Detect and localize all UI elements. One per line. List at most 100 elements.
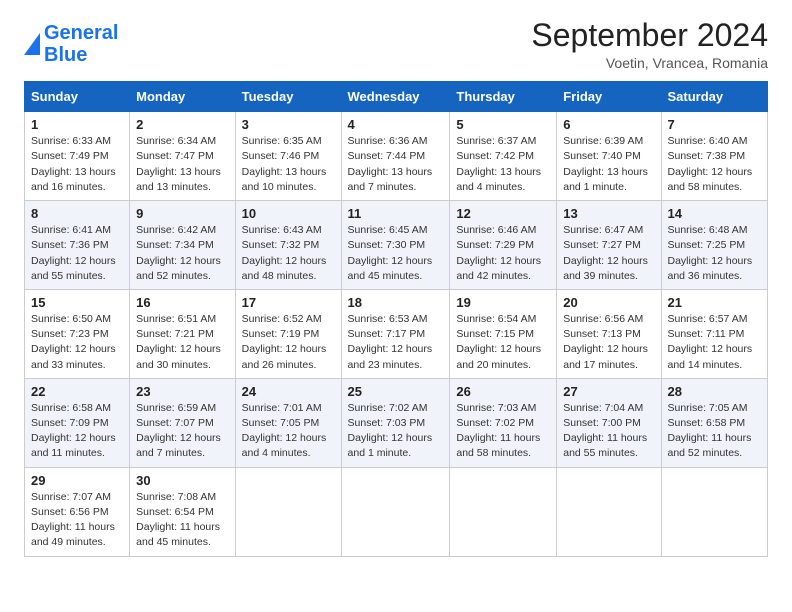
day-number: 8 — [31, 206, 123, 221]
calendar-cell — [235, 467, 341, 556]
day-number: 27 — [563, 384, 654, 399]
col-header-tuesday: Tuesday — [235, 82, 341, 112]
calendar-cell: 16 Sunrise: 6:51 AMSunset: 7:21 PMDayligh… — [130, 289, 235, 378]
day-number: 15 — [31, 295, 123, 310]
calendar-cell: 14 Sunrise: 6:48 AMSunset: 7:25 PMDayligh… — [661, 201, 768, 290]
day-number: 12 — [456, 206, 550, 221]
day-number: 26 — [456, 384, 550, 399]
day-number: 25 — [348, 384, 444, 399]
day-info: Sunrise: 6:47 AMSunset: 7:27 PMDaylight:… — [563, 223, 654, 284]
day-info: Sunrise: 6:45 AMSunset: 7:30 PMDaylight:… — [348, 223, 444, 284]
day-info: Sunrise: 6:52 AMSunset: 7:19 PMDaylight:… — [242, 312, 335, 373]
day-number: 5 — [456, 117, 550, 132]
col-header-monday: Monday — [130, 82, 235, 112]
day-number: 28 — [668, 384, 762, 399]
calendar-cell — [557, 467, 661, 556]
day-info: Sunrise: 6:53 AMSunset: 7:17 PMDaylight:… — [348, 312, 444, 373]
calendar-cell — [661, 467, 768, 556]
day-number: 17 — [242, 295, 335, 310]
day-info: Sunrise: 6:59 AMSunset: 7:07 PMDaylight:… — [136, 401, 228, 462]
day-number: 30 — [136, 473, 228, 488]
day-info: Sunrise: 6:34 AMSunset: 7:47 PMDaylight:… — [136, 134, 228, 195]
calendar-cell: 25Sunrise: 7:02 AMSunset: 7:03 PMDayligh… — [341, 378, 450, 467]
col-header-friday: Friday — [557, 82, 661, 112]
col-header-wednesday: Wednesday — [341, 82, 450, 112]
day-number: 4 — [348, 117, 444, 132]
day-info: Sunrise: 7:01 AMSunset: 7:05 PMDaylight:… — [242, 401, 335, 462]
calendar-cell: 21 Sunrise: 6:57 AMSunset: 7:11 PMDayligh… — [661, 289, 768, 378]
calendar-cell — [341, 467, 450, 556]
calendar-cell: 1Sunrise: 6:33 AMSunset: 7:49 PMDaylight… — [25, 112, 130, 201]
calendar-table: SundayMondayTuesdayWednesdayThursdayFrid… — [24, 81, 768, 556]
day-info: Sunrise: 6:51 AMSunset: 7:21 PMDaylight:… — [136, 312, 228, 373]
calendar-cell: 4 Sunrise: 6:36 AMSunset: 7:44 PMDaylight… — [341, 112, 450, 201]
calendar-cell: 12 Sunrise: 6:46 AMSunset: 7:29 PMDayligh… — [450, 201, 557, 290]
calendar-cell: 19 Sunrise: 6:54 AMSunset: 7:15 PMDayligh… — [450, 289, 557, 378]
day-number: 2 — [136, 117, 228, 132]
calendar-cell: 11 Sunrise: 6:45 AMSunset: 7:30 PMDayligh… — [341, 201, 450, 290]
day-info: Sunrise: 6:43 AMSunset: 7:32 PMDaylight:… — [242, 223, 335, 284]
day-number: 7 — [668, 117, 762, 132]
day-number: 16 — [136, 295, 228, 310]
calendar-cell: 23 Sunrise: 6:59 AMSunset: 7:07 PMDayligh… — [130, 378, 235, 467]
calendar-cell: 28 Sunrise: 7:05 AMSunset: 6:58 PMDayligh… — [661, 378, 768, 467]
day-info: Sunrise: 6:46 AMSunset: 7:29 PMDaylight:… — [456, 223, 550, 284]
day-info: Sunrise: 6:48 AMSunset: 7:25 PMDaylight:… — [668, 223, 762, 284]
day-info: Sunrise: 6:54 AMSunset: 7:15 PMDaylight:… — [456, 312, 550, 373]
calendar-cell: 18 Sunrise: 6:53 AMSunset: 7:17 PMDayligh… — [341, 289, 450, 378]
calendar-cell: 26 Sunrise: 7:03 AMSunset: 7:02 PMDayligh… — [450, 378, 557, 467]
day-info: Sunrise: 7:07 AMSunset: 6:56 PMDaylight:… — [31, 490, 123, 551]
day-info: Sunrise: 6:37 AMSunset: 7:42 PMDaylight:… — [456, 134, 550, 195]
logo-icon — [24, 33, 40, 55]
calendar-cell: 9 Sunrise: 6:42 AMSunset: 7:34 PMDaylight… — [130, 201, 235, 290]
header: General Blue September 2024 Voetin, Vran… — [24, 18, 768, 71]
day-info: Sunrise: 6:57 AMSunset: 7:11 PMDaylight:… — [668, 312, 762, 373]
day-number: 23 — [136, 384, 228, 399]
logo: General Blue — [24, 22, 118, 66]
day-info: Sunrise: 6:35 AMSunset: 7:46 PMDaylight:… — [242, 134, 335, 195]
day-info: Sunrise: 6:36 AMSunset: 7:44 PMDaylight:… — [348, 134, 444, 195]
calendar-cell: 17 Sunrise: 6:52 AMSunset: 7:19 PMDayligh… — [235, 289, 341, 378]
col-header-thursday: Thursday — [450, 82, 557, 112]
logo-text-general: General — [44, 22, 118, 44]
day-number: 1 — [31, 117, 123, 132]
month-title: September 2024 — [531, 18, 768, 53]
calendar-cell: 24 Sunrise: 7:01 AMSunset: 7:05 PMDayligh… — [235, 378, 341, 467]
day-number: 24 — [242, 384, 335, 399]
calendar-cell: 22 Sunrise: 6:58 AMSunset: 7:09 PMDayligh… — [25, 378, 130, 467]
calendar-cell: 13Sunrise: 6:47 AMSunset: 7:27 PMDayligh… — [557, 201, 661, 290]
day-info: Sunrise: 7:03 AMSunset: 7:02 PMDaylight:… — [456, 401, 550, 462]
day-info: Sunrise: 6:50 AMSunset: 7:23 PMDaylight:… — [31, 312, 123, 373]
day-number: 14 — [668, 206, 762, 221]
day-info: Sunrise: 6:58 AMSunset: 7:09 PMDaylight:… — [31, 401, 123, 462]
calendar-cell: 7 Sunrise: 6:40 AMSunset: 7:38 PMDaylight… — [661, 112, 768, 201]
page: General Blue September 2024 Voetin, Vran… — [0, 0, 792, 612]
col-header-sunday: Sunday — [25, 82, 130, 112]
calendar-cell: 8 Sunrise: 6:41 AMSunset: 7:36 PMDaylight… — [25, 201, 130, 290]
day-number: 21 — [668, 295, 762, 310]
calendar-cell: 29 Sunrise: 7:07 AMSunset: 6:56 PMDayligh… — [25, 467, 130, 556]
calendar-cell: 6Sunrise: 6:39 AMSunset: 7:40 PMDaylight… — [557, 112, 661, 201]
calendar-cell: 3Sunrise: 6:35 AMSunset: 7:46 PMDaylight… — [235, 112, 341, 201]
calendar-cell: 5 Sunrise: 6:37 AMSunset: 7:42 PMDaylight… — [450, 112, 557, 201]
day-info: Sunrise: 6:40 AMSunset: 7:38 PMDaylight:… — [668, 134, 762, 195]
title-block: September 2024 Voetin, Vrancea, Romania — [531, 18, 768, 71]
day-number: 22 — [31, 384, 123, 399]
calendar-cell: 30 Sunrise: 7:08 AMSunset: 6:54 PMDayligh… — [130, 467, 235, 556]
day-info: Sunrise: 6:41 AMSunset: 7:36 PMDaylight:… — [31, 223, 123, 284]
day-number: 18 — [348, 295, 444, 310]
day-number: 29 — [31, 473, 123, 488]
day-info: Sunrise: 6:42 AMSunset: 7:34 PMDaylight:… — [136, 223, 228, 284]
calendar-cell: 2 Sunrise: 6:34 AMSunset: 7:47 PMDaylight… — [130, 112, 235, 201]
day-number: 19 — [456, 295, 550, 310]
calendar-cell: 27 Sunrise: 7:04 AMSunset: 7:00 PMDayligh… — [557, 378, 661, 467]
day-info: Sunrise: 6:39 AMSunset: 7:40 PMDaylight:… — [563, 134, 654, 195]
day-info: Sunrise: 7:04 AMSunset: 7:00 PMDaylight:… — [563, 401, 654, 462]
day-info: Sunrise: 6:56 AMSunset: 7:13 PMDaylight:… — [563, 312, 654, 373]
day-number: 9 — [136, 206, 228, 221]
day-info: Sunrise: 7:05 AMSunset: 6:58 PMDaylight:… — [668, 401, 762, 462]
calendar-cell: 15 Sunrise: 6:50 AMSunset: 7:23 PMDayligh… — [25, 289, 130, 378]
location: Voetin, Vrancea, Romania — [531, 55, 768, 71]
day-info: Sunrise: 7:08 AMSunset: 6:54 PMDaylight:… — [136, 490, 228, 551]
day-number: 11 — [348, 206, 444, 221]
